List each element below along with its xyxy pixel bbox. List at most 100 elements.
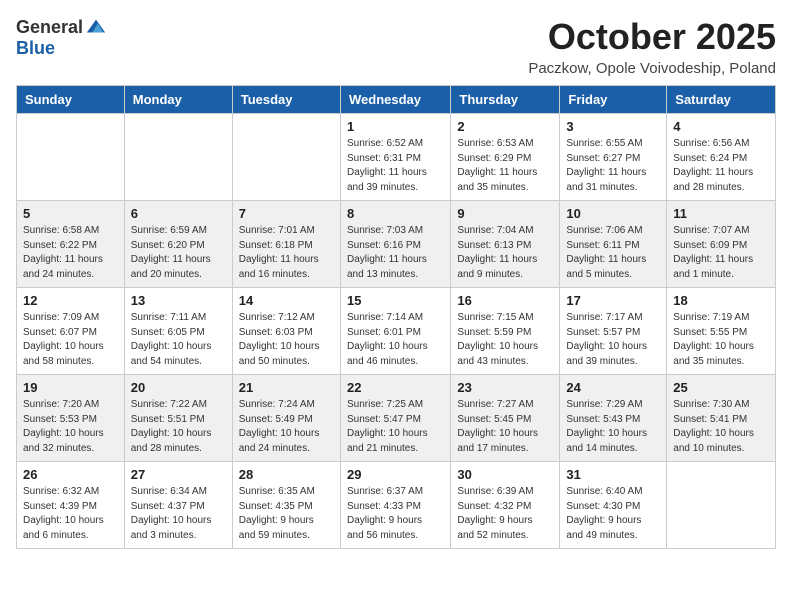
day-info: Sunrise: 6:52 AM Sunset: 6:31 PM Dayligh… (347, 137, 444, 195)
day-info: Sunrise: 7:24 AM Sunset: 5:49 PM Dayligh… (239, 398, 334, 456)
weekday-header-friday: Friday (560, 86, 667, 114)
logo-icon (85, 16, 107, 38)
weekday-header-tuesday: Tuesday (232, 86, 340, 114)
weekday-header-wednesday: Wednesday (340, 86, 450, 114)
calendar-cell (232, 114, 340, 201)
day-number: 14 (239, 293, 334, 308)
day-info: Sunrise: 7:29 AM Sunset: 5:43 PM Dayligh… (566, 398, 660, 456)
calendar-cell: 19Sunrise: 7:20 AM Sunset: 5:53 PM Dayli… (17, 375, 125, 462)
title-section: October 2025 Paczkow, Opole Voivodeship,… (528, 16, 776, 77)
calendar-cell (17, 114, 125, 201)
day-number: 23 (457, 380, 553, 395)
day-number: 28 (239, 467, 334, 482)
day-info: Sunrise: 6:35 AM Sunset: 4:35 PM Dayligh… (239, 485, 334, 543)
day-number: 1 (347, 119, 444, 134)
logo-blue: Blue (16, 38, 55, 59)
day-number: 16 (457, 293, 553, 308)
day-info: Sunrise: 7:25 AM Sunset: 5:47 PM Dayligh… (347, 398, 444, 456)
calendar-cell: 8 Sunrise: 7:03 AM Sunset: 6:16 PM Daylig… (340, 201, 450, 288)
calendar-cell: 13 Sunrise: 7:11 AM Sunset: 6:05 PM Dayli… (124, 288, 232, 375)
week-row-5: 26 Sunrise: 6:32 AM Sunset: 4:39 PM Dayli… (17, 462, 776, 549)
calendar-cell: 10 Sunrise: 7:06 AM Sunset: 6:11 PM Dayli… (560, 201, 667, 288)
day-number: 7 (239, 206, 334, 221)
logo: General Blue (16, 16, 107, 59)
day-info: Sunrise: 7:30 AM Sunset: 5:41 PM Dayligh… (673, 398, 769, 456)
calendar-cell: 26 Sunrise: 6:32 AM Sunset: 4:39 PM Dayli… (17, 462, 125, 549)
day-info: Sunrise: 6:34 AM Sunset: 4:37 PM Dayligh… (131, 485, 226, 543)
calendar-cell: 24 Sunrise: 7:29 AM Sunset: 5:43 PM Dayli… (560, 375, 667, 462)
week-row-4: 19Sunrise: 7:20 AM Sunset: 5:53 PM Dayli… (17, 375, 776, 462)
weekday-header-monday: Monday (124, 86, 232, 114)
calendar-cell: 12 Sunrise: 7:09 AM Sunset: 6:07 PM Dayli… (17, 288, 125, 375)
day-info: Sunrise: 6:32 AM Sunset: 4:39 PM Dayligh… (23, 485, 118, 543)
calendar-cell: 7 Sunrise: 7:01 AM Sunset: 6:18 PM Daylig… (232, 201, 340, 288)
day-number: 11 (673, 206, 769, 221)
day-info: Sunrise: 7:22 AM Sunset: 5:51 PM Dayligh… (131, 398, 226, 456)
calendar-cell: 4Sunrise: 6:56 AM Sunset: 6:24 PM Daylig… (667, 114, 776, 201)
day-info: Sunrise: 7:06 AM Sunset: 6:11 PM Dayligh… (566, 224, 660, 282)
day-info: Sunrise: 7:04 AM Sunset: 6:13 PM Dayligh… (457, 224, 553, 282)
calendar-cell: 17Sunrise: 7:17 AM Sunset: 5:57 PM Dayli… (560, 288, 667, 375)
day-number: 2 (457, 119, 553, 134)
week-row-2: 5Sunrise: 6:58 AM Sunset: 6:22 PM Daylig… (17, 201, 776, 288)
day-info: Sunrise: 7:12 AM Sunset: 6:03 PM Dayligh… (239, 311, 334, 369)
calendar-cell: 15 Sunrise: 7:14 AM Sunset: 6:01 PM Dayli… (340, 288, 450, 375)
day-number: 12 (23, 293, 118, 308)
calendar-cell: 11Sunrise: 7:07 AM Sunset: 6:09 PM Dayli… (667, 201, 776, 288)
location: Paczkow, Opole Voivodeship, Poland (528, 60, 776, 77)
day-number: 29 (347, 467, 444, 482)
day-number: 17 (566, 293, 660, 308)
day-number: 3 (566, 119, 660, 134)
day-number: 20 (131, 380, 226, 395)
day-info: Sunrise: 7:20 AM Sunset: 5:53 PM Dayligh… (23, 398, 118, 456)
calendar-cell: 22 Sunrise: 7:25 AM Sunset: 5:47 PM Dayli… (340, 375, 450, 462)
weekday-header-saturday: Saturday (667, 86, 776, 114)
week-row-1: 1 Sunrise: 6:52 AM Sunset: 6:31 PM Daylig… (17, 114, 776, 201)
day-number: 13 (131, 293, 226, 308)
day-number: 8 (347, 206, 444, 221)
weekday-header-thursday: Thursday (451, 86, 560, 114)
day-number: 10 (566, 206, 660, 221)
calendar-cell: 9 Sunrise: 7:04 AM Sunset: 6:13 PM Daylig… (451, 201, 560, 288)
day-number: 31 (566, 467, 660, 482)
day-info: Sunrise: 7:27 AM Sunset: 5:45 PM Dayligh… (457, 398, 553, 456)
day-number: 24 (566, 380, 660, 395)
calendar-cell: 2 Sunrise: 6:53 AM Sunset: 6:29 PM Daylig… (451, 114, 560, 201)
calendar-cell: 25 Sunrise: 7:30 AM Sunset: 5:41 PM Dayli… (667, 375, 776, 462)
calendar-cell: 28 Sunrise: 6:35 AM Sunset: 4:35 PM Dayli… (232, 462, 340, 549)
day-info: Sunrise: 6:37 AM Sunset: 4:33 PM Dayligh… (347, 485, 444, 543)
day-number: 9 (457, 206, 553, 221)
calendar-cell: 16Sunrise: 7:15 AM Sunset: 5:59 PM Dayli… (451, 288, 560, 375)
day-number: 21 (239, 380, 334, 395)
month-title: October 2025 (528, 16, 776, 58)
weekday-header-row: SundayMondayTuesdayWednesdayThursdayFrid… (17, 86, 776, 114)
calendar-cell (124, 114, 232, 201)
day-info: Sunrise: 6:56 AM Sunset: 6:24 PM Dayligh… (673, 137, 769, 195)
calendar-cell: 3 Sunrise: 6:55 AM Sunset: 6:27 PM Daylig… (560, 114, 667, 201)
day-info: Sunrise: 7:11 AM Sunset: 6:05 PM Dayligh… (131, 311, 226, 369)
weekday-header-sunday: Sunday (17, 86, 125, 114)
day-info: Sunrise: 7:09 AM Sunset: 6:07 PM Dayligh… (23, 311, 118, 369)
day-number: 15 (347, 293, 444, 308)
day-info: Sunrise: 6:39 AM Sunset: 4:32 PM Dayligh… (457, 485, 553, 543)
day-info: Sunrise: 7:01 AM Sunset: 6:18 PM Dayligh… (239, 224, 334, 282)
day-info: Sunrise: 7:14 AM Sunset: 6:01 PM Dayligh… (347, 311, 444, 369)
logo-general: General (16, 17, 83, 38)
day-info: Sunrise: 7:03 AM Sunset: 6:16 PM Dayligh… (347, 224, 444, 282)
day-number: 22 (347, 380, 444, 395)
week-row-3: 12 Sunrise: 7:09 AM Sunset: 6:07 PM Dayli… (17, 288, 776, 375)
calendar-cell: 20 Sunrise: 7:22 AM Sunset: 5:51 PM Dayli… (124, 375, 232, 462)
calendar-cell: 30Sunrise: 6:39 AM Sunset: 4:32 PM Dayli… (451, 462, 560, 549)
day-info: Sunrise: 6:58 AM Sunset: 6:22 PM Dayligh… (23, 224, 118, 282)
day-number: 26 (23, 467, 118, 482)
calendar-cell: 5Sunrise: 6:58 AM Sunset: 6:22 PM Daylig… (17, 201, 125, 288)
day-number: 25 (673, 380, 769, 395)
day-number: 6 (131, 206, 226, 221)
day-info: Sunrise: 6:55 AM Sunset: 6:27 PM Dayligh… (566, 137, 660, 195)
day-number: 27 (131, 467, 226, 482)
calendar-cell: 21 Sunrise: 7:24 AM Sunset: 5:49 PM Dayli… (232, 375, 340, 462)
day-info: Sunrise: 6:53 AM Sunset: 6:29 PM Dayligh… (457, 137, 553, 195)
page-header: General Blue October 2025 Paczkow, Opole… (16, 16, 776, 77)
calendar-cell: 23 Sunrise: 7:27 AM Sunset: 5:45 PM Dayli… (451, 375, 560, 462)
calendar-cell: 31Sunrise: 6:40 AM Sunset: 4:30 PM Dayli… (560, 462, 667, 549)
